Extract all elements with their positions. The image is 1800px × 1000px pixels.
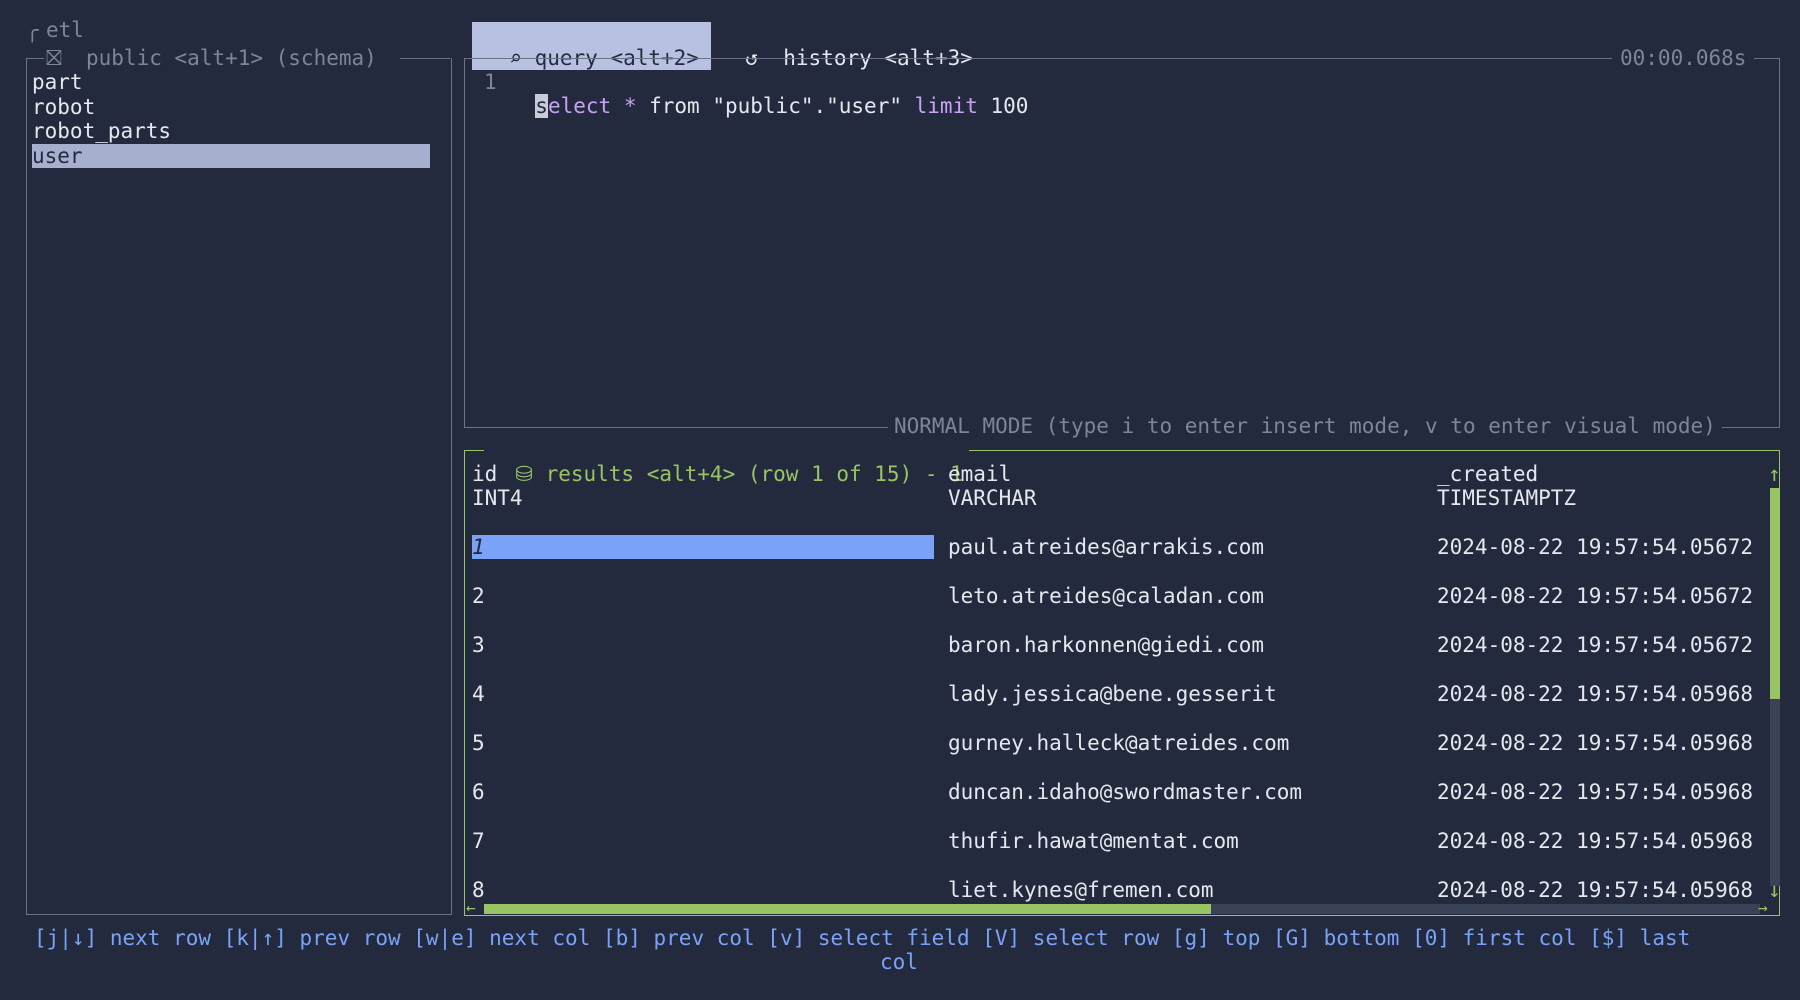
database-icon: ⛁ (515, 462, 533, 486)
table-cell[interactable]: 2024-08-22 19:57:54.05968 (1437, 780, 1753, 804)
column-header-type: VARCHAR (948, 486, 1037, 510)
table-cell[interactable]: 2024-08-22 19:57:54.05968 (1437, 878, 1753, 902)
selected-cell[interactable]: 1 (472, 535, 934, 559)
table-cell[interactable]: paul.atreides@arrakis.com (948, 535, 1264, 559)
table-cell[interactable]: 2024-08-22 19:57:54.05672 (1437, 535, 1753, 559)
table-cell[interactable]: 2024-08-22 19:57:54.05968 (1437, 682, 1753, 706)
editor-query-text[interactable]: select * from "public"."user" limit 100 (510, 70, 1028, 118)
table-cell[interactable]: 7 (472, 829, 485, 853)
table-cell[interactable]: 5 (472, 731, 485, 755)
schema-table-item[interactable]: robot_parts (32, 119, 430, 143)
scroll-up-arrow[interactable]: ↑ (1768, 462, 1781, 486)
app-title-corner: ╭ (26, 18, 39, 42)
table-cell[interactable]: 2024-08-22 19:57:54.05672 (1437, 633, 1753, 657)
table-cell[interactable]: leto.atreides@caladan.com (948, 584, 1264, 608)
table-cell[interactable]: baron.harkonnen@giedi.com (948, 633, 1264, 657)
help-bar-line2: col (880, 950, 918, 974)
table-cell[interactable]: duncan.idaho@swordmaster.com (948, 780, 1302, 804)
schema-icon: ⛝ (46, 46, 62, 70)
scroll-right-arrow[interactable]: → (1758, 896, 1768, 920)
table-cell[interactable]: liet.kynes@fremen.com (948, 878, 1214, 902)
horizontal-scroll-thumb[interactable] (484, 904, 1212, 914)
editor-mode-status: NORMAL MODE (type i to enter insert mode… (888, 414, 1722, 438)
column-header-type: TIMESTAMPTZ (1437, 486, 1577, 510)
editor-token: 100 (977, 94, 1029, 118)
vertical-scroll-thumb[interactable] (1770, 488, 1780, 699)
schema-border-left (26, 58, 44, 59)
results-title-block: ⛁ results <alt+4> (row 1 of 15) - 1 (484, 438, 969, 486)
table-cell[interactable]: 6 (472, 780, 485, 804)
column-header-name[interactable]: id (472, 462, 497, 486)
column-header-name[interactable]: email (948, 462, 1011, 486)
table-cell[interactable]: 2024-08-22 19:57:54.05968 (1437, 829, 1753, 853)
results-title: results <alt+4> (row 1 of 15) - 1 (545, 462, 963, 486)
schema-panel-title: public <alt+1> (schema) (86, 46, 377, 70)
table-cell[interactable]: 2 (472, 584, 485, 608)
table-cell[interactable]: gurney.halleck@atreides.com (948, 731, 1289, 755)
column-header-type: INT4 (472, 486, 523, 510)
scroll-left-arrow[interactable]: ← (466, 896, 476, 920)
editor-token (611, 94, 624, 118)
query-timer: 00:00.068s (1612, 46, 1755, 70)
scroll-down-arrow[interactable]: ↓ (1768, 878, 1781, 902)
table-cell[interactable]: 2024-08-22 19:57:54.05968 (1437, 731, 1753, 755)
schema-table-item[interactable]: robot (32, 95, 430, 119)
schema-border-right (400, 58, 450, 59)
editor-line-number: 1 (484, 70, 497, 94)
column-header-name[interactable]: _created (1437, 462, 1538, 486)
table-cell[interactable]: 3 (472, 633, 485, 657)
help-bar-line1: [j|↓] next row [k|↑] prev row [w|e] next… (34, 926, 1691, 950)
editor-token: limit (914, 94, 978, 118)
schema-table-item[interactable]: part (32, 70, 430, 94)
schema-panel (26, 58, 452, 915)
editor-token: * (623, 94, 637, 118)
app-title: etl (46, 18, 84, 42)
editor-token: from "public"."user" (636, 94, 915, 118)
table-cell[interactable]: lady.jessica@bene.gesserit (948, 682, 1277, 706)
table-cell[interactable]: 2024-08-22 19:57:54.05672 (1437, 584, 1753, 608)
table-cell[interactable]: thufir.hawat@mentat.com (948, 829, 1239, 853)
editor-token: elect (547, 94, 612, 118)
schema-table-item[interactable]: user (32, 143, 430, 168)
editor-cursor: s (535, 94, 548, 118)
table-cell[interactable]: 4 (472, 682, 485, 706)
